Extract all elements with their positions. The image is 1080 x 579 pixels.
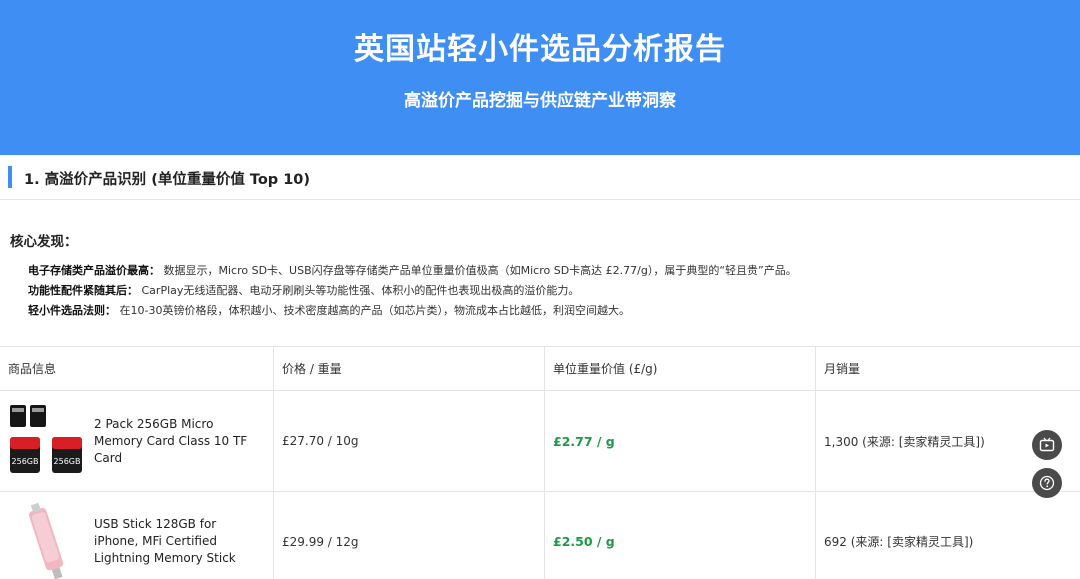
table-header-row: 商品信息 价格 / 重量 单位重量价值 (£/g) 月销量	[0, 347, 1080, 391]
product-name: USB Stick 128GB for iPhone, MFi Certifie…	[94, 517, 236, 565]
product-image-sd-cards: 256GB 256GB	[8, 401, 86, 481]
finding-key: 轻小件选品法则：	[28, 304, 116, 317]
table-row: USB Stick 128GB for iPhone, MFi Certifie…	[0, 492, 1080, 579]
product-info-cell: 256GB 256GB 2 Pack 256GB Micro Memory Ca…	[0, 391, 274, 491]
report-header: 英国站轻小件选品分析报告 高溢价产品挖掘与供应链产业带洞察	[0, 0, 1080, 155]
sd-card-label: 256GB	[54, 457, 81, 466]
finding-key: 电子存储类产品溢价最高：	[28, 264, 160, 277]
floating-tv-button[interactable]	[1032, 430, 1062, 460]
unit-value-cell: £2.50 / g	[545, 492, 816, 579]
column-header-unit-value: 单位重量价值 (£/g)	[545, 347, 816, 390]
column-header-monthly-sales: 月销量	[824, 362, 861, 376]
finding-text: CarPlay无线适配器、电动牙刷刷头等功能性强、体积小的配件也表现出极高的溢价…	[141, 284, 580, 297]
sd-card-label: 256GB	[12, 457, 39, 466]
section-accent-bar	[8, 166, 12, 188]
price-weight-cell: £27.70 / 10g	[274, 391, 545, 491]
tv-icon	[1039, 437, 1055, 452]
report-title: 英国站轻小件选品分析报告	[354, 32, 726, 67]
section-title: 1. 高溢价产品识别 (单位重量价值 Top 10)	[24, 172, 311, 188]
table-row: 256GB 256GB 2 Pack 256GB Micro Memory Ca…	[0, 391, 1080, 492]
help-icon	[1039, 475, 1055, 491]
finding-item: 轻小件选品法则： 在10-30英镑价格段，体积越小、技术密度越高的产品（如芯片类…	[28, 302, 630, 318]
finding-text: 数据显示，Micro SD卡、USB闪存盘等存储类产品单位重量价值极高（如Mic…	[163, 264, 797, 277]
product-table: 商品信息 价格 / 重量 单位重量价值 (£/g) 月销量 256GB 256G…	[0, 346, 1080, 579]
product-name: 2 Pack 256GB Micro Memory Card Class 10 …	[94, 416, 248, 465]
section-header: 1. 高溢价产品识别 (单位重量价值 Top 10)	[0, 155, 1080, 200]
unit-value: £2.50 / g	[553, 534, 615, 549]
finding-key: 功能性配件紧随其后：	[28, 284, 138, 297]
monthly-sales-cell: 692 (来源: [卖家精灵工具])	[824, 535, 974, 549]
column-header-product: 商品信息	[0, 347, 274, 390]
price-weight-cell: £29.99 / 12g	[274, 492, 545, 579]
product-info-cell: USB Stick 128GB for iPhone, MFi Certifie…	[0, 492, 274, 579]
finding-item: 电子存储类产品溢价最高： 数据显示，Micro SD卡、USB闪存盘等存储类产品…	[28, 262, 797, 278]
report-subtitle: 高溢价产品挖掘与供应链产业带洞察	[404, 91, 676, 111]
column-header-price-weight: 价格 / 重量	[274, 347, 545, 390]
floating-help-button[interactable]	[1032, 468, 1062, 498]
unit-value: £2.77 / g	[553, 433, 615, 449]
finding-text: 在10-30英镑价格段，体积越小、技术密度越高的产品（如芯片类），物流成本占比越…	[119, 304, 630, 317]
findings-title: 核心发现：	[10, 234, 78, 250]
unit-value-cell: £2.77 / g	[545, 391, 816, 491]
product-image-usb-stick	[8, 501, 86, 579]
finding-item: 功能性配件紧随其后： CarPlay无线适配器、电动牙刷刷头等功能性强、体积小的…	[28, 282, 579, 298]
